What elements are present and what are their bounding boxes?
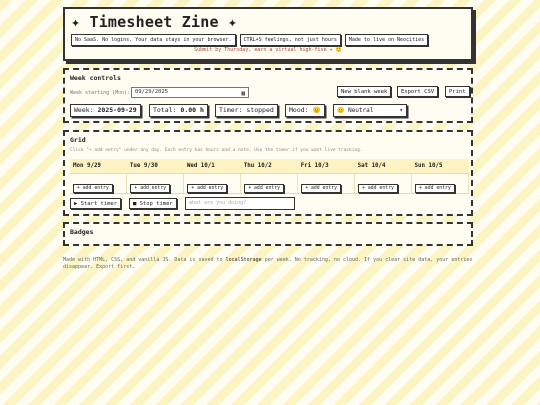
add-entry-button[interactable]: + add entry <box>301 184 341 193</box>
header-panel: ✦ Timesheet Zine ✦ No SaaS. No logins. Y… <box>63 7 473 61</box>
footer-note: Made with HTML, CSS, and vanilla JS. Dat… <box>63 257 475 271</box>
days-header-row: Mon 9/29 Tue 9/30 Wed 10/1 Thu 10/2 Fri … <box>70 159 469 174</box>
add-entry-button[interactable]: + add entry <box>244 184 285 193</box>
add-entry-button[interactable]: + add entry <box>415 184 455 193</box>
total-stat-value: 0.00 h <box>180 106 204 114</box>
add-entry-button[interactable]: + add entry <box>187 184 228 193</box>
add-entry-button[interactable]: + add entry <box>73 184 113 193</box>
chevron-down-icon: ▾ <box>399 107 403 114</box>
mood-emoji-icon: 😐 <box>312 106 321 114</box>
mood-select-value: 😐 Neutral <box>337 107 374 114</box>
mood-stat: Mood: 😐 <box>285 104 325 117</box>
day-cell: + add entry <box>126 173 185 194</box>
week-controls-panel: Week controls Week starting (Mon): 09/29… <box>63 68 473 123</box>
pill-row: No SaaS. No logins. Your data stays in y… <box>71 34 429 46</box>
day-cell: + add entry <box>70 173 128 194</box>
new-week-button[interactable]: New blank week <box>337 86 392 97</box>
days-entry-row: + add entry + add entry + add entry + ad… <box>70 173 469 194</box>
total-stat: Total: 0.00 h <box>149 104 208 117</box>
day-header: Mon 9/29 <box>70 159 127 174</box>
week-stat: Week: 2025-09-29 <box>70 104 141 117</box>
print-button[interactable]: Print <box>445 86 470 97</box>
add-entry-button[interactable]: + add entry <box>358 184 398 193</box>
footer-text-pre: Made with HTML, CSS, and vanilla JS. Dat… <box>63 257 226 263</box>
day-cell: + add entry <box>240 173 299 194</box>
add-entry-button[interactable]: + add entry <box>130 184 171 193</box>
day-header: Tue 9/30 <box>126 159 184 174</box>
stop-timer-button[interactable]: ■ Stop timer <box>129 198 177 209</box>
mood-select[interactable]: 😐 Neutral ▾ <box>333 104 407 117</box>
week-stat-label: Week: <box>74 106 94 114</box>
activity-input[interactable]: what are you doing? <box>185 197 295 210</box>
day-cell: + add entry <box>297 173 356 194</box>
export-csv-button[interactable]: Export CSV <box>397 86 439 97</box>
day-header: Sat 10/4 <box>354 159 412 174</box>
week-start-value: 09/29/2025 <box>135 89 169 95</box>
day-cell: + add entry <box>354 173 413 194</box>
grid-title: Grid <box>70 136 86 144</box>
grid-panel: Grid Click "+ add entry" under any day. … <box>63 130 473 216</box>
timer-stat: Timer: stopped <box>215 104 278 117</box>
badges-panel: Badges <box>63 222 473 246</box>
calendar-icon[interactable]: ▦ <box>241 89 245 98</box>
day-header: Wed 10/1 <box>183 159 241 174</box>
timer-stat-label: Timer: <box>219 106 243 114</box>
day-header: Thu 10/2 <box>240 159 298 174</box>
subtitle: Submit by Thursday, earn a virtual high-… <box>194 47 342 53</box>
day-cell: + add entry <box>411 173 469 194</box>
week-controls-title: Week controls <box>70 74 121 82</box>
footer-code: localStorage <box>225 257 262 263</box>
mood-stat-label: Mood: <box>289 106 309 114</box>
pill-neocities: Made to live on Neocities <box>344 34 429 46</box>
day-header: Fri 10/3 <box>297 159 355 174</box>
total-stat-label: Total: <box>153 106 177 114</box>
app-title: ✦ Timesheet Zine ✦ <box>71 13 238 31</box>
day-cell: + add entry <box>183 173 242 194</box>
grid-hint: Click "+ add entry" under any day. Each … <box>70 148 363 153</box>
week-stat-value: 2025-09-29 <box>97 106 137 114</box>
pill-feelings: CTRL+S feelings, not just hours <box>239 34 341 46</box>
start-timer-button[interactable]: ▶ Start timer <box>70 198 122 209</box>
week-start-label: Week starting (Mon): <box>70 90 131 96</box>
timer-stat-value: stopped <box>246 106 274 114</box>
badges-title: Badges <box>70 228 94 236</box>
pill-privacy: No SaaS. No logins. Your data stays in y… <box>71 34 236 46</box>
days-table: Mon 9/29 Tue 9/30 Wed 10/1 Thu 10/2 Fri … <box>70 159 469 194</box>
day-header: Sun 10/5 <box>411 159 469 174</box>
week-start-input[interactable]: 09/29/2025 ▦ <box>131 87 249 98</box>
